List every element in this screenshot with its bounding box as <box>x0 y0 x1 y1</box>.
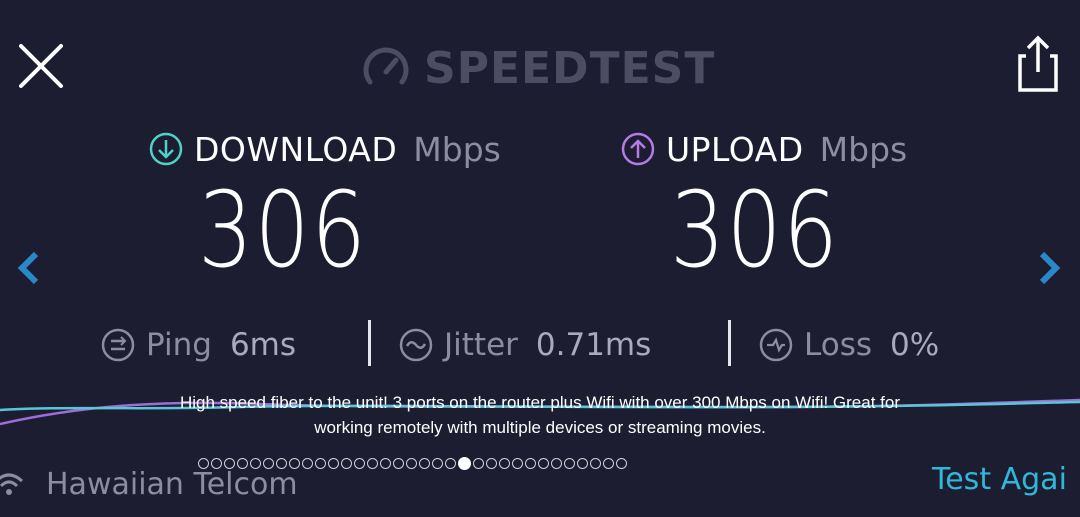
pager-dot[interactable] <box>432 458 443 469</box>
download-arrow-icon <box>149 132 183 166</box>
pager-dot[interactable] <box>551 458 562 469</box>
ping-value: 6ms <box>229 327 297 363</box>
share-button[interactable] <box>1012 34 1064 94</box>
loss-stat: Loss 0% <box>758 322 939 368</box>
pager-dot[interactable] <box>499 458 510 469</box>
pager-dot[interactable] <box>406 458 417 469</box>
pager-dot[interactable] <box>354 458 365 469</box>
close-icon <box>19 44 63 88</box>
isp-info: Hawaiian Telcom <box>0 464 298 504</box>
chevron-left-icon <box>17 251 39 285</box>
isp-name: Hawaiian Telcom <box>46 466 298 502</box>
pager-dot[interactable] <box>419 458 430 469</box>
test-again-button[interactable]: Test Agai <box>932 462 1067 497</box>
pager-dot[interactable] <box>577 458 588 469</box>
chevron-right-icon <box>1039 251 1061 285</box>
jitter-stat: Jitter 0.71ms <box>398 322 651 368</box>
upload-value: 306 <box>670 169 840 291</box>
pager-dot[interactable] <box>473 458 484 469</box>
upload-label: UPLOAD <box>666 129 804 169</box>
ping-stat: Ping 6ms <box>100 322 296 368</box>
upload-unit: Mbps <box>819 129 908 169</box>
share-icon <box>1018 35 1058 92</box>
close-button[interactable] <box>15 40 67 92</box>
jitter-icon <box>399 328 433 362</box>
pager-dot[interactable] <box>603 458 614 469</box>
download-label: DOWNLOAD <box>194 129 398 169</box>
pager-dot[interactable] <box>616 458 627 469</box>
pager-dot[interactable] <box>367 458 378 469</box>
ping-label: Ping <box>146 327 212 363</box>
pager-dot[interactable] <box>393 458 404 469</box>
pager-dot[interactable] <box>341 458 352 469</box>
pager-dot[interactable] <box>302 458 313 469</box>
download-value: 306 <box>198 169 368 291</box>
download-unit: Mbps <box>413 129 501 169</box>
pager-dot[interactable] <box>380 458 391 469</box>
wifi-icon <box>0 473 24 495</box>
listing-caption: High speed fiber to the unit! 3 ports on… <box>179 393 900 437</box>
pager-dot-active[interactable] <box>458 457 471 470</box>
download-header: DOWNLOAD Mbps <box>148 126 501 172</box>
ping-icon <box>101 328 135 362</box>
speedtest-logo: SPEEDTEST <box>360 40 715 96</box>
loss-icon <box>759 328 793 362</box>
upload-arrow-icon <box>621 132 655 166</box>
loss-label: Loss <box>804 327 872 363</box>
speedometer-icon <box>363 47 409 85</box>
pager-dot[interactable] <box>590 458 601 469</box>
pager-dot[interactable] <box>512 458 523 469</box>
pager-dot[interactable] <box>525 458 536 469</box>
pager-dot[interactable] <box>486 458 497 469</box>
pager-dot[interactable] <box>564 458 575 469</box>
pager-dot[interactable] <box>328 458 339 469</box>
pager-dot[interactable] <box>315 458 326 469</box>
jitter-value: 0.71ms <box>535 327 652 363</box>
jitter-label: Jitter <box>444 327 518 363</box>
stat-divider <box>368 320 371 366</box>
logo-text: SPEEDTEST <box>424 42 716 94</box>
pager-dot[interactable] <box>445 458 456 469</box>
upload-header: UPLOAD Mbps <box>620 126 907 172</box>
next-result-button[interactable] <box>1034 248 1064 288</box>
previous-result-button[interactable] <box>14 248 44 288</box>
loss-value: 0% <box>890 327 940 363</box>
pager-dot[interactable] <box>538 458 549 469</box>
stat-divider <box>728 320 731 366</box>
